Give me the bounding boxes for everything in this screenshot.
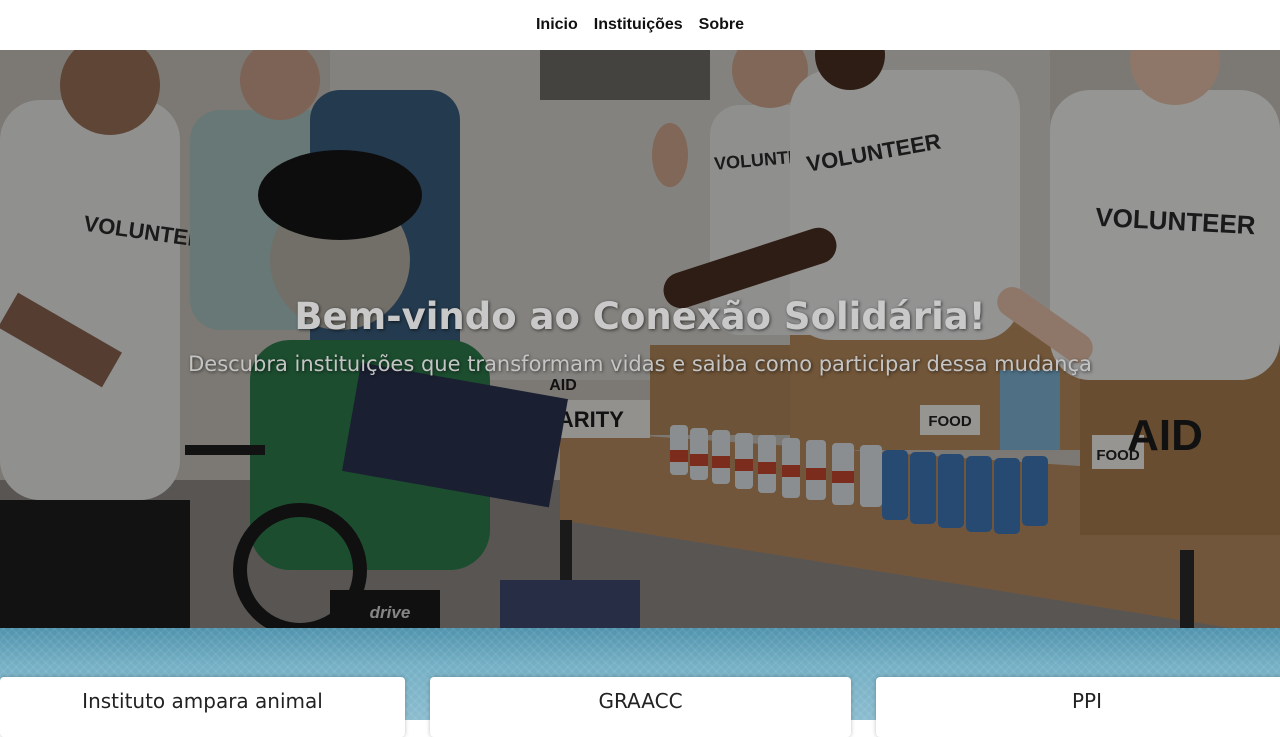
hero-banner: FOOD FOOD AID AID CHARITY VOLUNTEER driv… xyxy=(0,50,1280,628)
institution-card-ampara-animal[interactable]: Instituto ampara animal xyxy=(0,677,405,737)
nav-link-inicio[interactable]: Inicio xyxy=(536,16,578,34)
institution-card-title: Instituto ampara animal xyxy=(82,689,323,713)
hero-title: Bem-vindo ao Conexão Solidária! xyxy=(294,295,986,338)
hero-dark-overlay xyxy=(0,50,1280,628)
institution-card-title: PPI xyxy=(1071,689,1103,713)
institution-card-ppi[interactable]: PPI xyxy=(876,677,1280,737)
nav-link-instituicoes[interactable]: Instituições xyxy=(594,16,683,34)
top-navbar: Inicio Instituições Sobre xyxy=(0,0,1280,50)
hero-subtitle: Descubra instituições que transformam vi… xyxy=(188,352,1092,376)
nav-link-sobre[interactable]: Sobre xyxy=(699,16,744,34)
institution-card-title: GRAACC xyxy=(598,689,683,713)
institution-card-graacc[interactable]: GRAACC xyxy=(430,677,851,737)
